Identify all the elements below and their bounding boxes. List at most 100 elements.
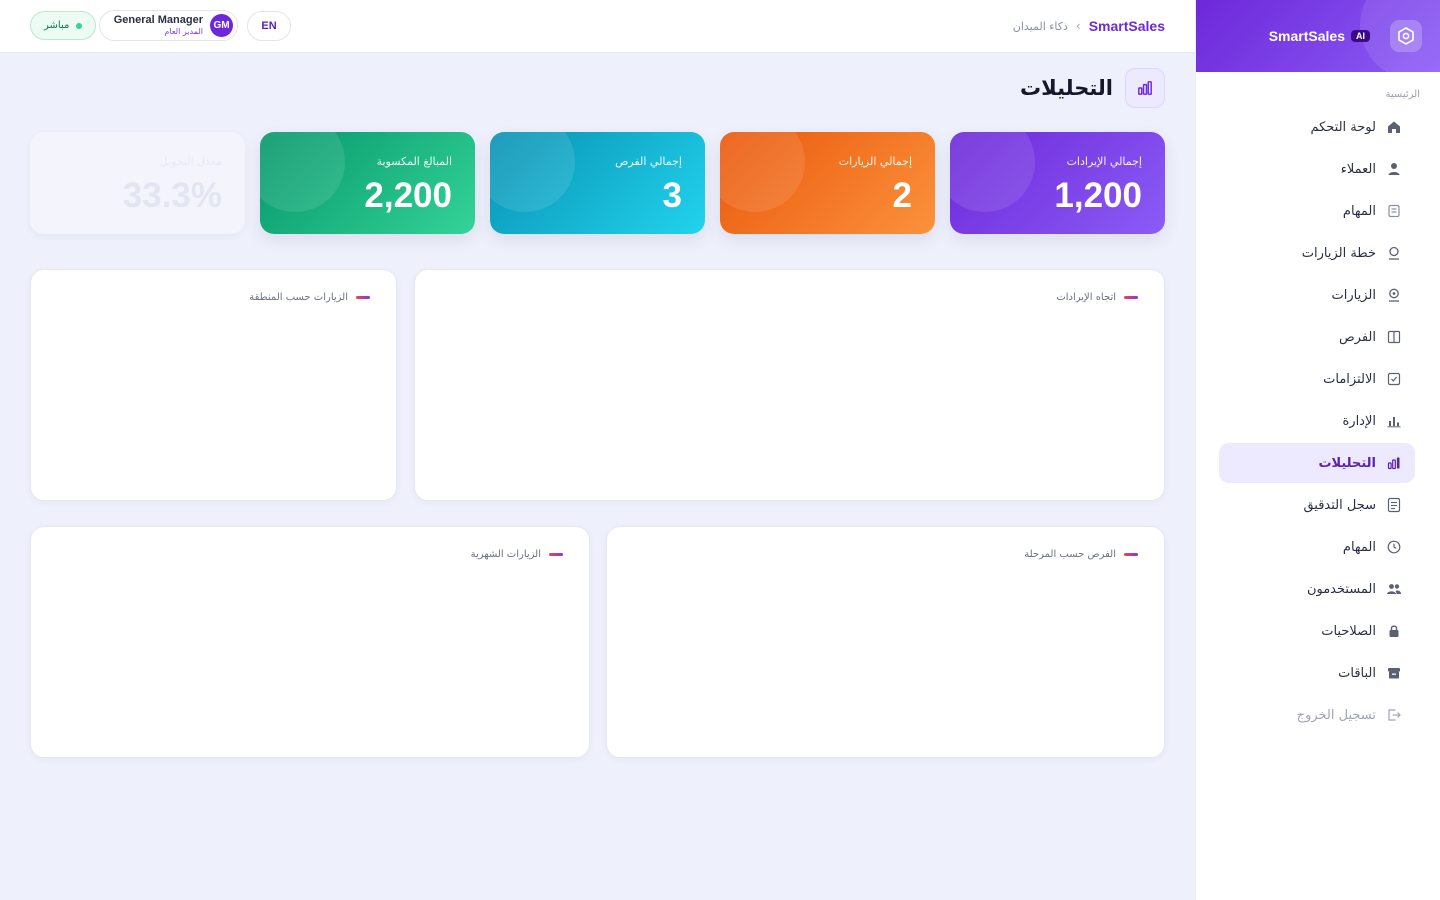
user-role: المدير العام	[164, 26, 203, 36]
sidebar-item-label: المهام	[1342, 203, 1376, 219]
chart-title: الزيارات الشهرية	[471, 549, 563, 560]
sidebar-item-permissions[interactable]: الصلاحيات	[1219, 611, 1415, 651]
stat-value: 1,200	[1054, 176, 1142, 215]
analytics-icon	[1125, 68, 1165, 108]
bar-chart-icon	[1386, 413, 1402, 429]
legend-line-icon	[1124, 553, 1138, 556]
chart-title: الزيارات حسب المنطقة	[249, 292, 370, 303]
sidebar-item-label: لوحة التحكم	[1310, 119, 1376, 135]
stat-label: إجمالي الإيرادات	[1066, 155, 1142, 168]
user-menu[interactable]: General Manager المدير العام GM	[99, 10, 238, 41]
stat-card-conversion-rate: معدل التحويل 33.3%	[30, 132, 245, 234]
chart-title: الفرص حسب المرحلة	[1024, 549, 1138, 560]
columns-icon	[1386, 329, 1402, 345]
chart-title: اتجاه الإيرادات	[1056, 292, 1138, 303]
page-title: التحليلات	[1020, 76, 1113, 100]
legend-line-icon	[356, 296, 370, 299]
sidebar-item-dashboard[interactable]: لوحة التحكم	[1219, 107, 1415, 147]
sidebar-item-label: التحليلات	[1318, 455, 1376, 471]
lock-icon	[1386, 623, 1402, 639]
sidebar-item-label: خطة الزيارات	[1301, 245, 1376, 261]
location-icon	[1386, 287, 1402, 303]
sidebar-item-customers[interactable]: العملاء	[1219, 149, 1415, 189]
sidebar-item-opportunities[interactable]: الفرص	[1219, 317, 1415, 357]
avatar: GM	[210, 14, 233, 37]
stat-card-total-visits: إجمالي الزيارات 2	[720, 132, 935, 234]
stat-value: 2,200	[364, 176, 452, 215]
topbar: SmartSales › ذكاء الميدان مباشر General …	[0, 0, 1195, 53]
sidebar-item-visit-plan[interactable]: خطة الزيارات	[1219, 233, 1415, 273]
sidebar-item-packages[interactable]: الباقات	[1219, 653, 1415, 693]
status-dot-icon	[76, 22, 83, 29]
card-decoration	[720, 132, 805, 212]
sidebar-item-label: الالتزامات	[1323, 371, 1376, 387]
stat-label: المبالغ المكسوبة	[376, 155, 452, 168]
home-icon	[1386, 119, 1402, 135]
sidebar-item-label: الإدارة	[1342, 413, 1376, 429]
chevron-icon: ›	[1075, 19, 1081, 33]
breadcrumb: SmartSales › ذكاء الميدان	[1013, 18, 1165, 34]
card-decoration	[950, 132, 1035, 212]
stat-value: 33.3%	[122, 176, 222, 215]
legend-line-icon	[549, 553, 563, 556]
chart-title-text: اتجاه الإيرادات	[1056, 292, 1116, 303]
sidebar-item-audit-log[interactable]: سجل التدقيق	[1219, 485, 1415, 525]
stat-card-won-amounts: المبالغ المكسوبة 2,200	[260, 132, 475, 234]
user-info: General Manager المدير العام	[114, 14, 203, 38]
user-name: General Manager	[113, 13, 203, 26]
hexagon-logo-icon[interactable]	[1390, 20, 1422, 52]
sidebar-item-label: المهام	[1342, 539, 1376, 555]
brand-name: SmartSales AI	[1269, 28, 1370, 44]
brand-title: SmartSales	[1268, 28, 1345, 44]
sidebar: SmartSales AI الرئيسية لوحة التحكم العمل…	[1195, 0, 1440, 900]
stat-card-total-revenue: إجمالي الإيرادات 1,200	[950, 132, 1165, 234]
package-icon	[1386, 665, 1402, 681]
sidebar-item-visits[interactable]: الزيارات	[1219, 275, 1415, 315]
chart-card-visits-by-region: الزيارات حسب المنطقة	[30, 269, 397, 501]
sidebar-brand: SmartSales AI	[1196, 0, 1440, 72]
chart-title-text: الفرص حسب المرحلة	[1024, 549, 1116, 560]
card-decoration	[260, 132, 345, 212]
sidebar-item-commitments[interactable]: الالتزامات	[1219, 359, 1415, 399]
users-icon	[1386, 581, 1402, 597]
page-header: التحليلات	[1020, 68, 1165, 108]
sidebar-item-label: الفرص	[1338, 329, 1376, 345]
stat-label: إجمالي الزيارات	[838, 155, 912, 168]
sidebar-item-tasks[interactable]: المهام	[1219, 191, 1415, 231]
ai-badge: AI	[1351, 30, 1370, 42]
list-icon	[1386, 203, 1402, 219]
sidebar-item-label: الباقات	[1338, 665, 1376, 681]
sidebar-item-analytics[interactable]: التحليلات	[1219, 443, 1415, 483]
legend-line-icon	[1124, 296, 1138, 299]
live-status-badge: مباشر	[30, 11, 97, 40]
stat-card-total-opportunities: إجمالي الفرص 3	[490, 132, 705, 234]
stat-value: 3	[662, 176, 682, 215]
stat-label: إجمالي الفرص	[615, 155, 682, 168]
sidebar-item-scheduled-tasks[interactable]: المهام	[1219, 527, 1415, 567]
chart-card-monthly-visits: الزيارات الشهرية	[30, 526, 590, 758]
sidebar-item-label: الزيارات	[1331, 287, 1376, 303]
clock-icon	[1386, 539, 1402, 555]
analytics-icon	[1386, 455, 1402, 471]
chart-title-text: الزيارات حسب المنطقة	[249, 292, 348, 303]
sidebar-item-logout[interactable]: تسجيل الخروج	[1219, 695, 1415, 735]
logout-label: تسجيل الخروج	[1296, 707, 1376, 723]
logout-icon	[1386, 707, 1402, 723]
pin-icon	[1386, 245, 1402, 261]
sidebar-item-label: العملاء	[1340, 161, 1376, 177]
live-label: مباشر	[44, 20, 70, 31]
sidebar-item-label: الصلاحيات	[1321, 623, 1376, 639]
breadcrumb-brand[interactable]: SmartSales	[1089, 18, 1165, 34]
sidebar-nav: لوحة التحكم العملاء المهام خطة الزيارات …	[1219, 107, 1415, 737]
stat-value: 2	[892, 176, 912, 215]
nav-section-label: الرئيسية	[1385, 89, 1420, 100]
chart-title-text: الزيارات الشهرية	[470, 549, 541, 560]
document-icon	[1386, 497, 1402, 513]
sidebar-item-users[interactable]: المستخدمون	[1219, 569, 1415, 609]
sidebar-item-label: المستخدمون	[1306, 581, 1376, 597]
card-decoration	[490, 132, 575, 212]
stat-label: معدل التحويل	[159, 155, 222, 168]
user-icon	[1386, 161, 1402, 177]
sidebar-item-management[interactable]: الإدارة	[1219, 401, 1415, 441]
language-toggle-button[interactable]: EN	[247, 11, 291, 41]
